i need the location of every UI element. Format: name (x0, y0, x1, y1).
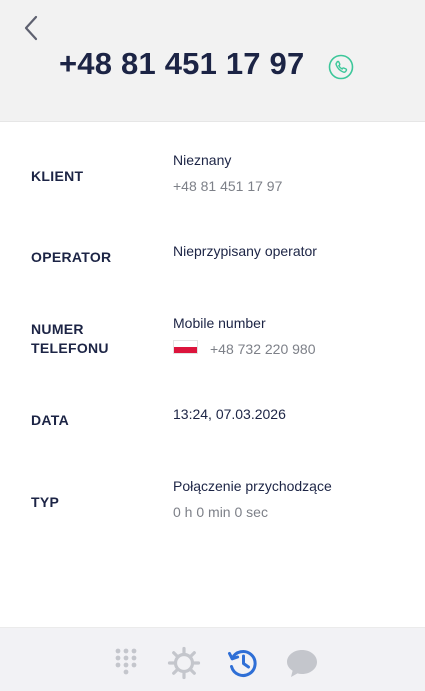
type-value: Połączenie przychodzące (173, 478, 332, 494)
client-name: Nieznany (173, 152, 232, 168)
nav-dialpad[interactable] (109, 646, 143, 680)
phone-label-line1: NUMER (31, 321, 84, 337)
client-number: +48 81 451 17 97 (173, 178, 283, 194)
chat-bubble-icon (287, 650, 317, 677)
dialpad-icon (115, 648, 137, 675)
nav-settings[interactable] (167, 646, 201, 680)
phone-icon (328, 54, 354, 80)
phone-type: Mobile number (173, 315, 266, 331)
phone-number: +48 732 220 980 (210, 341, 316, 357)
client-label: KLIENT (31, 168, 84, 184)
call-header: +48 81 451 17 97 (0, 0, 425, 122)
call-button[interactable] (327, 53, 355, 81)
poland-flag-icon (173, 340, 198, 354)
call-duration: 0 h 0 min 0 sec (173, 504, 268, 520)
nav-chat[interactable] (285, 646, 319, 680)
phone-label-line2: TELEFONU (31, 340, 109, 356)
operator-value: Nieprzypisany operator (173, 243, 317, 259)
gear-icon (167, 646, 201, 680)
type-label: TYP (31, 494, 60, 510)
chevron-left-icon (24, 15, 38, 41)
page-title: +48 81 451 17 97 (59, 46, 305, 81)
history-icon (228, 649, 257, 677)
operator-label: OPERATOR (31, 249, 112, 265)
bottom-nav (0, 627, 425, 691)
date-value: 13:24, 07.03.2026 (173, 406, 286, 422)
nav-history[interactable] (226, 646, 260, 680)
back-button[interactable] (18, 14, 44, 42)
date-label: DATA (31, 412, 70, 428)
